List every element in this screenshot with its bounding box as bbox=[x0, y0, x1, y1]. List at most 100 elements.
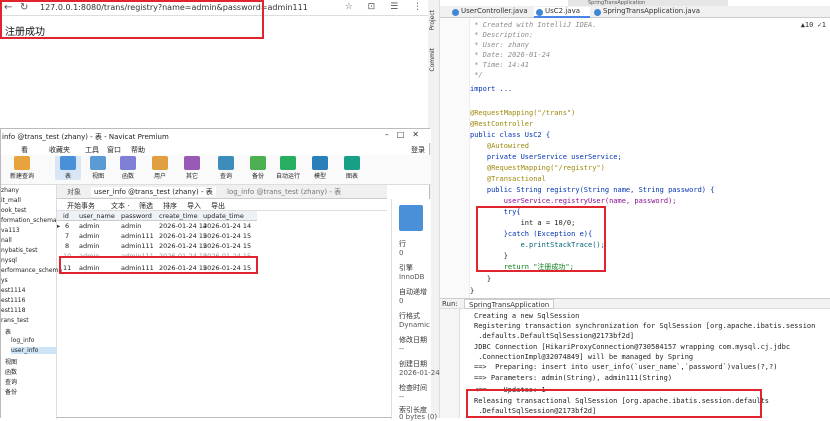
cell[interactable]: 2026-01-24 15 bbox=[203, 232, 251, 240]
prop-label: 检查时间 bbox=[399, 384, 427, 392]
prop-label: 自动递增 bbox=[399, 288, 427, 296]
export-button[interactable]: 导出 bbox=[211, 201, 225, 211]
column-header[interactable]: user_name bbox=[79, 212, 115, 220]
tree-item[interactable]: formation_schema bbox=[1, 217, 57, 224]
chart-button[interactable]: 图表 bbox=[339, 156, 365, 180]
toolbar-label: 其它 bbox=[185, 173, 198, 180]
console-line: ==> Preparing: insert into user_info(`us… bbox=[474, 363, 778, 371]
tree-item[interactable]: log_info bbox=[11, 337, 34, 344]
new-query-button[interactable]: 新建查询 bbox=[9, 156, 35, 180]
sort-button[interactable]: 排序 bbox=[163, 201, 177, 211]
tab-log-info[interactable]: log_info @trans_test (zhany) - 表 bbox=[227, 187, 341, 197]
inspection-status[interactable]: ▲10 ✓1 bbox=[801, 20, 826, 31]
cell[interactable]: admin bbox=[79, 232, 99, 240]
tree-item[interactable]: zhany bbox=[1, 187, 19, 194]
prop-label: 行格式 bbox=[399, 312, 420, 320]
other-icon bbox=[184, 156, 200, 170]
login-button[interactable]: 登录 bbox=[411, 145, 425, 155]
code-line: @RequestMapping("/trans") bbox=[470, 109, 576, 117]
tree-item[interactable]: 查询 bbox=[5, 377, 17, 386]
cell[interactable]: 2026-01-24 14 bbox=[203, 222, 251, 230]
tab-usc2[interactable]: UsC2.java bbox=[534, 7, 590, 18]
tree-item[interactable]: rans_test bbox=[1, 317, 29, 324]
model-button[interactable]: 模型 bbox=[307, 156, 333, 180]
tree-item[interactable]: nysql bbox=[1, 257, 17, 264]
tree-item[interactable]: va113 bbox=[1, 227, 20, 234]
cell[interactable]: 7 bbox=[65, 232, 69, 240]
tab-user-info[interactable]: user_info @trans_test (zhany) - 表 bbox=[91, 187, 216, 197]
tree-item[interactable]: ook_test bbox=[1, 207, 26, 214]
highlight-box-console bbox=[466, 389, 762, 418]
menu-favorites[interactable]: 收藏夹 bbox=[49, 145, 70, 155]
backup-button[interactable]: 备份 bbox=[245, 156, 271, 180]
cell[interactable]: 2026-01-24 15 bbox=[159, 232, 207, 240]
tab-springtransapplication[interactable]: SpringTransApplication.java bbox=[592, 7, 708, 18]
cell[interactable]: 2026-01-24 14 bbox=[159, 222, 207, 230]
function-button[interactable]: 函数 bbox=[115, 156, 141, 180]
cell[interactable]: 2026-01-24 15 bbox=[159, 242, 207, 250]
tab-label: UserController.java bbox=[461, 7, 528, 15]
browser-toolbar-icons[interactable]: ☆ ⊡ ☰ ⋮ bbox=[345, 2, 428, 12]
tree-item[interactable]: 函数 bbox=[5, 367, 17, 376]
menu-help[interactable]: 帮助 bbox=[131, 145, 145, 155]
tree-item[interactable]: 视图 bbox=[5, 357, 17, 366]
tree-item-selected[interactable]: user_info bbox=[11, 347, 57, 354]
column-header[interactable]: create_time bbox=[159, 212, 198, 220]
user-button[interactable]: 用户 bbox=[147, 156, 173, 180]
table-button[interactable]: 表 bbox=[55, 156, 81, 180]
menu-tools[interactable]: 工具 bbox=[85, 145, 99, 155]
menu-window[interactable]: 窗口 bbox=[107, 145, 121, 155]
data-toolbar: 开始事务 文本 · 筛选 排序 导入 导出 bbox=[57, 199, 387, 211]
tree-item[interactable]: est1114 bbox=[1, 287, 25, 294]
query-button[interactable]: 查询 bbox=[213, 156, 239, 180]
tab-usercontroller[interactable]: UserController.java bbox=[450, 7, 532, 18]
begin-transaction-button[interactable]: 开始事务 bbox=[67, 201, 95, 211]
tree-item[interactable]: 表 bbox=[5, 327, 11, 336]
tree-item[interactable]: 备份 bbox=[5, 387, 17, 396]
cell[interactable]: 8 bbox=[65, 242, 69, 250]
query-icon bbox=[218, 156, 234, 170]
console-gutter bbox=[440, 309, 460, 418]
function-icon bbox=[120, 156, 136, 170]
cell[interactable]: admin111 bbox=[121, 242, 154, 250]
tree-item[interactable]: est1116 bbox=[1, 297, 25, 304]
text-button[interactable]: 文本 · bbox=[111, 201, 129, 211]
highlight-box-row bbox=[59, 256, 258, 274]
window-controls[interactable]: –□✕ bbox=[385, 130, 427, 139]
commit-tab[interactable]: Commit bbox=[429, 48, 436, 72]
tree-item[interactable]: est1118 bbox=[1, 307, 25, 314]
prop-value: -- bbox=[399, 393, 405, 401]
backup-icon bbox=[250, 156, 266, 170]
cell[interactable]: admin bbox=[121, 222, 141, 230]
other-button[interactable]: 其它 bbox=[179, 156, 205, 180]
cell[interactable]: admin111 bbox=[121, 232, 154, 240]
code-line: */ bbox=[470, 71, 483, 79]
cell[interactable]: 2026-01-24 15 bbox=[203, 242, 251, 250]
tree-item[interactable]: it_mall bbox=[1, 197, 21, 204]
cell[interactable]: 6 bbox=[65, 222, 69, 230]
column-header[interactable]: password bbox=[121, 212, 152, 220]
tab-objects[interactable]: 对象 bbox=[67, 187, 81, 197]
toolbar-label: 查询 bbox=[219, 173, 232, 180]
column-header[interactable]: id bbox=[63, 212, 69, 220]
run-config-tab[interactable]: SpringTransApplication bbox=[464, 299, 555, 309]
column-header[interactable]: update_time bbox=[203, 212, 244, 220]
tree-item[interactable]: nall bbox=[1, 237, 12, 244]
main-toolbar: 新建查询 表 视图 函数 用户 其它 查询 备份 自动运行 模型 图表 bbox=[1, 155, 431, 185]
toolbar-label: 模型 bbox=[313, 173, 326, 180]
menu-view[interactable]: 看 bbox=[21, 145, 28, 155]
automation-button[interactable]: 自动运行 bbox=[275, 156, 301, 180]
view-icon bbox=[90, 156, 106, 170]
project-tab[interactable]: Project bbox=[429, 10, 436, 31]
tree-item[interactable]: nybatis_test bbox=[1, 247, 38, 254]
view-button[interactable]: 视图 bbox=[85, 156, 111, 180]
code-line: * Description: bbox=[470, 31, 534, 39]
filter-button[interactable]: 筛选 bbox=[139, 201, 153, 211]
code-line: import ... bbox=[470, 85, 513, 93]
tree-item[interactable]: ys bbox=[1, 277, 8, 284]
import-button[interactable]: 导入 bbox=[187, 201, 201, 211]
tree-item[interactable]: erformance_schema bbox=[1, 267, 62, 274]
cell[interactable]: admin bbox=[79, 242, 99, 250]
editor-tabs: UserController.java UsC2.java SpringTran… bbox=[440, 6, 830, 18]
cell[interactable]: admin bbox=[79, 222, 99, 230]
